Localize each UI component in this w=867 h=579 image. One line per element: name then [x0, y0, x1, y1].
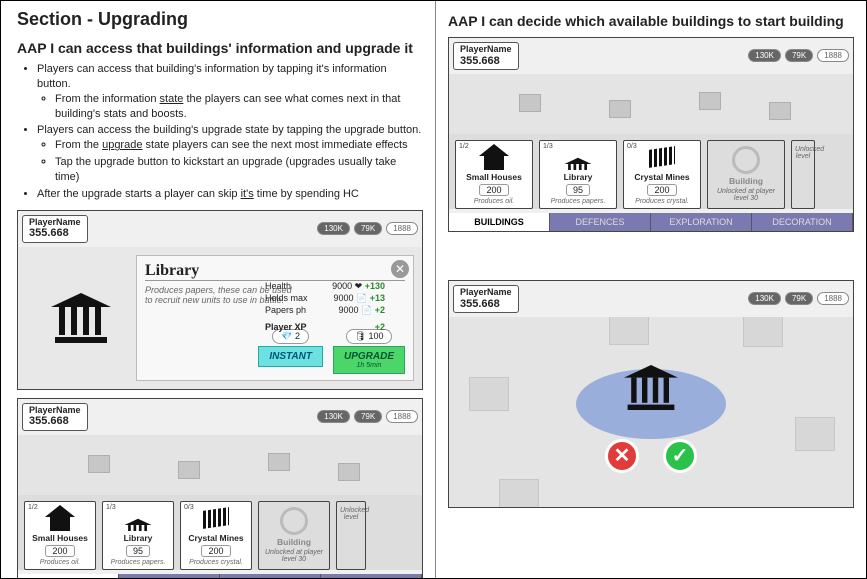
player-pill: PlayerName355.668 — [22, 403, 88, 431]
house-icon — [479, 144, 509, 170]
library-icon — [565, 158, 592, 170]
bullet-1a: From the information state the players c… — [55, 92, 423, 122]
hdr-pill-1: 130K — [317, 222, 350, 235]
bullet-list: Players can access that building's infor… — [37, 62, 423, 202]
right-column: AAP I can decide which available buildin… — [436, 1, 866, 578]
left-subtitle: AAP I can access that buildings' informa… — [17, 40, 423, 56]
tab-exploration[interactable]: EXPLORATION — [651, 213, 752, 231]
bullet-1: Players can access that building's infor… — [37, 62, 423, 121]
mock-placement: PlayerName355.668 130K 79K 1888 ✕ ✓ — [448, 280, 854, 508]
hdr-pill-3: 1888 — [386, 222, 418, 235]
bullet-2a: From the upgrade state players can see t… — [55, 138, 423, 153]
stat-block: Health9000 ❤ +130 Holds max9000 📄 +13 Pa… — [265, 280, 385, 333]
library-icon — [51, 293, 111, 343]
mock-build-menu-left: PlayerName355.668 130K 79K 1888 1/2 Sma — [17, 398, 423, 578]
card-locked-edge: Unlocked level — [336, 501, 366, 570]
house-icon — [45, 505, 75, 531]
library-icon — [125, 518, 152, 530]
tab-defences[interactable]: DEFENCES — [119, 574, 220, 578]
mock-build-menu-right: PlayerName355.668 130K 79K 1888 1/2 Smal… — [448, 37, 854, 232]
library-icon — [624, 365, 678, 410]
mock-library-detail: PlayerName 355.668 130K 79K 1888 ✕ Li — [17, 210, 423, 390]
tab-exploration[interactable]: EXPLORATION — [220, 574, 321, 578]
card-crystal-mines[interactable]: 0/3 Crystal Mines200Produces crystal. — [623, 140, 701, 209]
bullet-2b: Tap the upgrade button to kickstart an u… — [55, 155, 423, 185]
tab-buildings[interactable]: BUILDINGS — [18, 574, 119, 578]
player-pill: PlayerName 355.668 — [22, 215, 88, 243]
right-subtitle: AAP I can decide which available buildin… — [448, 13, 854, 29]
card-crystal-mines[interactable]: 0/3 Crystal Mines 200 Produces crystal. — [180, 501, 252, 570]
hdr-pill-2: 79K — [354, 222, 382, 235]
card-locked: Building Unlocked at player level 30 — [258, 501, 330, 570]
close-button[interactable]: ✕ — [391, 260, 409, 278]
spiral-icon — [732, 146, 760, 174]
upgrade-button[interactable]: UPGRADE1h 5min — [333, 346, 405, 374]
crystal-icon — [201, 505, 231, 531]
card-small-houses[interactable]: 1/2 Small Houses 200 Produces oil. — [24, 501, 96, 570]
card-small-houses[interactable]: 1/2 Small Houses200Produces oil. — [455, 140, 533, 209]
tab-decoration[interactable]: DECORATION — [321, 574, 422, 578]
bullet-3: After the upgrade starts a player can sk… — [37, 187, 423, 202]
card-locked-edge: Unlocked level — [791, 140, 815, 209]
bullet-2: Players can access the building's upgrad… — [37, 123, 423, 184]
section-title: Section - Upgrading — [17, 9, 423, 30]
confirm-button[interactable]: ✓ — [663, 439, 697, 473]
detail-title: Library — [145, 262, 405, 281]
tab-decoration[interactable]: DECORATION — [752, 213, 853, 231]
instant-button[interactable]: INSTANT — [258, 346, 323, 367]
tab-defences[interactable]: DEFENCES — [550, 213, 651, 231]
cancel-button[interactable]: ✕ — [605, 439, 639, 473]
spiral-icon — [280, 507, 308, 535]
card-library[interactable]: 1/3 Library 95 Produces papers. — [102, 501, 174, 570]
crystal-icon — [647, 144, 677, 170]
tab-bar: BUILDINGS DEFENCES EXPLORATION DECORATIO… — [18, 574, 422, 578]
left-column: Section - Upgrading AAP I can access tha… — [1, 1, 436, 578]
card-library[interactable]: 1/3 Library95Produces papers. — [539, 140, 617, 209]
tab-buildings[interactable]: BUILDINGS — [449, 213, 550, 231]
card-locked: BuildingUnlocked at player level 30 — [707, 140, 785, 209]
